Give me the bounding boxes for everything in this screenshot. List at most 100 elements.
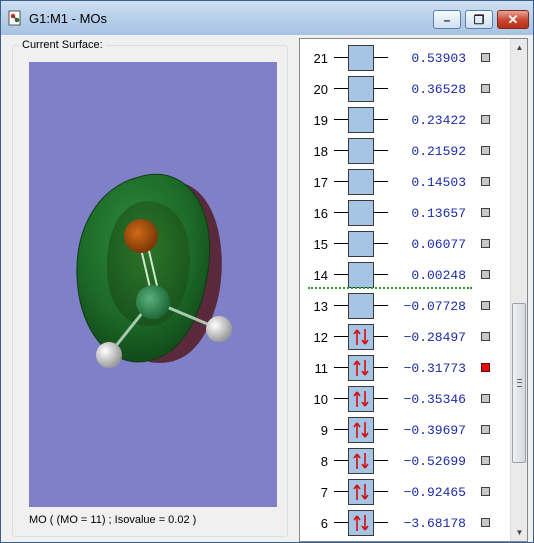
molecule-viewport[interactable] — [29, 62, 277, 507]
orbital-visibility-checkbox[interactable] — [481, 115, 490, 124]
level-line — [334, 57, 348, 58]
orbital-row[interactable]: 10 −0.35346 — [300, 384, 510, 415]
close-button[interactable]: ✕ — [497, 10, 529, 29]
occupied-orbital-box[interactable] — [348, 448, 374, 474]
spin-pair-icon — [353, 484, 369, 500]
virtual-orbital-box[interactable] — [348, 262, 374, 288]
orbital-visibility-checkbox[interactable] — [481, 146, 490, 155]
level-line — [374, 460, 388, 461]
level-line — [374, 88, 388, 89]
orbital-row[interactable]: 12 −0.28497 — [300, 322, 510, 353]
orbital-row[interactable]: 6 −3.68178 — [300, 508, 510, 539]
level-line — [374, 274, 388, 275]
level-line — [374, 57, 388, 58]
scroll-up-icon[interactable]: ▲ — [511, 39, 527, 56]
virtual-orbital-box[interactable] — [348, 169, 374, 195]
virtual-orbital-box[interactable] — [348, 45, 374, 71]
level-line — [374, 212, 388, 213]
orbital-row[interactable]: 18 0.21592 — [300, 136, 510, 167]
orbital-row[interactable]: 11 −0.31773 — [300, 353, 510, 384]
restore-button[interactable]: ❐ — [465, 10, 493, 29]
oxygen-atom — [124, 219, 158, 253]
level-line — [374, 150, 388, 151]
occupied-orbital-box[interactable] — [348, 510, 374, 536]
level-line — [334, 119, 348, 120]
orbital-row[interactable]: 9 −0.39697 — [300, 415, 510, 446]
current-surface-label: Current Surface: — [19, 39, 106, 51]
orbital-visibility-checkbox[interactable] — [481, 456, 490, 465]
orbital-visibility-checkbox[interactable] — [481, 84, 490, 93]
occupied-orbital-box[interactable] — [348, 355, 374, 381]
virtual-orbital-box[interactable] — [348, 107, 374, 133]
orbital-row[interactable]: 21 0.53903 — [300, 43, 510, 74]
orbital-number: 7 — [320, 485, 328, 500]
orbital-row[interactable]: 13 −0.07728 — [300, 291, 510, 322]
orbital-energy: 0.21592 — [411, 144, 466, 159]
orbital-row[interactable]: 7 −0.92465 — [300, 477, 510, 508]
orbital-visibility-checkbox[interactable] — [481, 208, 490, 217]
virtual-orbital-box[interactable] — [348, 138, 374, 164]
orbital-energy: −0.52699 — [403, 454, 466, 469]
level-line — [374, 429, 388, 430]
orbital-row[interactable]: 15 0.06077 — [300, 229, 510, 260]
orbital-visibility-checkbox[interactable] — [481, 177, 490, 186]
grip-icon — [517, 379, 522, 387]
occupied-orbital-box[interactable] — [348, 479, 374, 505]
orbital-visibility-checkbox[interactable] — [481, 487, 490, 496]
occupied-orbital-box[interactable] — [348, 324, 374, 350]
orbital-row[interactable]: 16 0.13657 — [300, 198, 510, 229]
orbital-number: 6 — [320, 516, 328, 531]
virtual-orbital-box[interactable] — [348, 231, 374, 257]
mo-list[interactable]: 21 0.53903 20 0.36528 19 0.23422 18 0.21592 17 0.… — [299, 38, 528, 542]
restore-icon: ❐ — [473, 12, 485, 27]
surface-status: MO ( (MO = 11) ; Isovalue = 0.02 ) — [29, 514, 197, 526]
orbital-visibility-checkbox[interactable] — [481, 363, 490, 372]
scroll-thumb[interactable] — [512, 303, 526, 463]
orbital-visibility-checkbox[interactable] — [481, 239, 490, 248]
level-line — [374, 336, 388, 337]
title-bar[interactable]: G1:M1 - MOs – ❐ ✕ — [1, 1, 533, 35]
orbital-number: 17 — [313, 175, 328, 190]
orbital-visibility-checkbox[interactable] — [481, 394, 490, 403]
orbital-energy: −0.07728 — [403, 299, 466, 314]
spin-pair-icon — [353, 453, 369, 469]
orbital-visibility-checkbox[interactable] — [481, 301, 490, 310]
orbital-energy: 0.53903 — [411, 51, 466, 66]
scroll-down-icon[interactable]: ▼ — [511, 524, 527, 541]
orbital-number: 18 — [313, 144, 328, 159]
orbital-visibility-checkbox[interactable] — [481, 270, 490, 279]
orbital-visibility-checkbox[interactable] — [481, 518, 490, 527]
minimize-icon: – — [443, 12, 451, 27]
occupied-orbital-box[interactable] — [348, 386, 374, 412]
virtual-orbital-box[interactable] — [348, 200, 374, 226]
orbital-visibility-checkbox[interactable] — [481, 332, 490, 341]
level-line — [374, 119, 388, 120]
carbon-atom — [136, 285, 170, 319]
orbital-energy: −0.35346 — [403, 392, 466, 407]
vertical-scrollbar[interactable]: ▲ ▼ — [510, 39, 527, 541]
level-line — [374, 398, 388, 399]
orbital-energy: −0.28497 — [403, 330, 466, 345]
window-title: G1:M1 - MOs — [29, 11, 108, 26]
virtual-orbital-box[interactable] — [348, 76, 374, 102]
level-line — [334, 336, 348, 337]
orbital-row[interactable]: 20 0.36528 — [300, 74, 510, 105]
orbital-visibility-checkbox[interactable] — [481, 53, 490, 62]
orbital-number: 10 — [313, 392, 328, 407]
orbital-number: 14 — [313, 268, 328, 283]
virtual-orbital-box[interactable] — [348, 293, 374, 319]
level-line — [374, 522, 388, 523]
level-line — [334, 212, 348, 213]
occupied-orbital-box[interactable] — [348, 417, 374, 443]
level-line — [334, 367, 348, 368]
level-line — [334, 181, 348, 182]
close-icon: ✕ — [507, 11, 519, 27]
minimize-button[interactable]: – — [433, 10, 461, 29]
orbital-row[interactable]: 8 −0.52699 — [300, 446, 510, 477]
orbital-energy: −0.39697 — [403, 423, 466, 438]
orbital-number: 20 — [313, 82, 328, 97]
orbital-visibility-checkbox[interactable] — [481, 425, 490, 434]
orbital-row[interactable]: 19 0.23422 — [300, 105, 510, 136]
orbital-row[interactable]: 17 0.14503 — [300, 167, 510, 198]
level-line — [334, 305, 348, 306]
